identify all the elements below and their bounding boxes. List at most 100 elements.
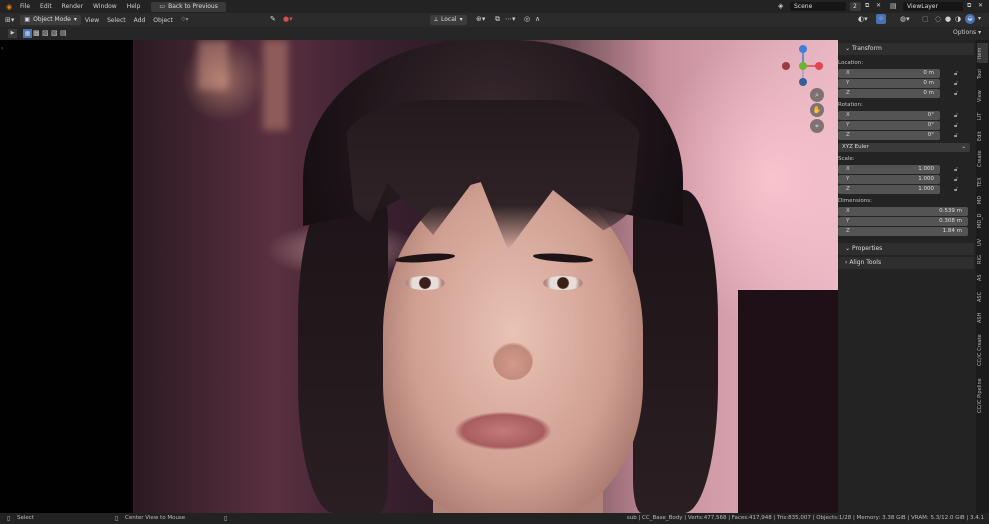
tab-tex[interactable]: TEX xyxy=(977,174,988,190)
navigation-gizmo[interactable] xyxy=(778,45,824,91)
menu-file[interactable]: File xyxy=(15,0,35,13)
object-mode-dropdown[interactable]: ▣ Object Mode ▾ xyxy=(20,15,81,25)
toolbar-expand-icon[interactable]: › xyxy=(1,45,3,52)
gesture-icon[interactable]: ⟐▾ xyxy=(181,16,189,24)
play-icon[interactable]: ▶ xyxy=(8,29,17,38)
status-select-hint: Select xyxy=(17,515,34,521)
scale-x-field[interactable]: X 1.000 xyxy=(838,165,940,174)
scene-selector[interactable]: Scene xyxy=(790,2,846,11)
pivot-icon[interactable]: ⊛▾ xyxy=(476,15,485,23)
lock-icon[interactable]: 🔓︎ xyxy=(954,112,962,120)
lock-icon[interactable]: 🔓︎ xyxy=(954,186,962,194)
overlay-icon[interactable]: ◍▾ xyxy=(900,15,910,23)
dimensions-y-field[interactable]: Y 0.308 m xyxy=(838,217,968,226)
tab-cc-pipeline[interactable]: CC/iC Pipeline xyxy=(977,373,988,419)
gizmo-toggle-icon[interactable]: ⊹ xyxy=(876,14,886,24)
tab-lit[interactable]: LIT xyxy=(977,108,988,124)
tab-uv[interactable]: UV xyxy=(977,235,988,249)
editor-type-icon[interactable]: ⊞▾ xyxy=(5,16,14,24)
tab-edit[interactable]: Edit xyxy=(977,127,988,145)
location-y-field[interactable]: Y0 m xyxy=(838,79,940,88)
pan-hand-icon[interactable]: ✋ xyxy=(810,103,824,117)
menu-object[interactable]: Object xyxy=(149,17,177,24)
menu-add[interactable]: Add xyxy=(130,17,150,24)
rotation-z-field[interactable]: Z 0° xyxy=(838,131,940,140)
sidebar-tabs: Item Tool View LIT Edit Create TEX MD MD… xyxy=(976,40,989,513)
tab-create[interactable]: Create xyxy=(977,147,988,171)
menu-select[interactable]: Select xyxy=(103,17,130,24)
gizmo-x-axis xyxy=(815,62,823,70)
tab-item[interactable]: Item xyxy=(977,43,988,63)
shading-options-icon[interactable]: ▾ xyxy=(978,15,981,22)
select-extend-icon[interactable]: ▩ xyxy=(33,29,40,37)
rotation-y-field[interactable]: Y 0° xyxy=(838,121,940,130)
scale-y-field[interactable]: Y 1.000 xyxy=(838,175,940,184)
location-z-field[interactable]: Z0 m xyxy=(838,89,940,98)
scene-statistics: sub | CC_Base_Body | Verts:477,568 | Fac… xyxy=(626,515,984,521)
lock-icon[interactable]: 🔓︎ xyxy=(954,90,962,98)
select-subtract-icon[interactable]: ▨ xyxy=(42,29,49,37)
transform-panel-header[interactable]: ⌄ Transform xyxy=(838,43,974,55)
menu-window[interactable]: Window xyxy=(88,0,122,13)
snap-target-icon[interactable]: ⋯▾ xyxy=(505,15,516,23)
gizmo-z-axis xyxy=(799,45,807,53)
lock-icon[interactable]: 🔓︎ xyxy=(954,176,962,184)
menu-view[interactable]: View xyxy=(81,17,103,24)
copy-layer-icon[interactable]: ⧉ xyxy=(967,2,971,10)
menu-edit[interactable]: Edit xyxy=(35,0,57,13)
camera-view-icon[interactable]: ⌖ xyxy=(810,119,824,133)
tab-cc-create[interactable]: CC/iC Create xyxy=(977,330,988,370)
tab-tool[interactable]: Tool xyxy=(977,65,988,83)
close-layer-icon[interactable]: ✕ xyxy=(978,2,983,9)
view-layer-icon[interactable]: ▤ xyxy=(890,2,897,10)
snap-icon[interactable]: ⧉ xyxy=(495,15,500,24)
tab-asc[interactable]: ASC xyxy=(977,288,988,306)
properties-panel-header[interactable]: ⌄ Properties xyxy=(838,243,974,255)
rendered-shading-icon[interactable]: ◒ xyxy=(965,14,975,24)
tab-as[interactable]: AS xyxy=(977,271,988,285)
lock-icon[interactable]: 🔓︎ xyxy=(954,132,962,140)
chevron-down-icon: ⌄ xyxy=(845,245,851,252)
eyedropper-icon[interactable]: ✎ xyxy=(270,15,276,23)
transform-orientation-dropdown[interactable]: ⟂ Local ▾ xyxy=(430,15,467,25)
menu-render[interactable]: Render xyxy=(57,0,88,13)
blender-logo-icon[interactable]: ◉ xyxy=(3,3,15,11)
solid-shading-icon[interactable]: ● xyxy=(945,15,951,23)
lock-icon[interactable]: 🔓︎ xyxy=(954,80,962,88)
scene-user-count[interactable]: 2 xyxy=(850,2,861,11)
rotation-mode-dropdown[interactable]: XYZ Euler ⌄ xyxy=(838,143,970,152)
rotation-x-field[interactable]: X 0° xyxy=(838,111,940,120)
scale-z-field[interactable]: Z 1.000 xyxy=(838,185,940,194)
view-layer-selector[interactable]: ViewLayer xyxy=(903,2,963,11)
lock-icon[interactable]: 🔓︎ xyxy=(954,70,962,78)
color-pick-icon[interactable]: ●▾ xyxy=(283,15,293,23)
tab-md[interactable]: MD xyxy=(977,193,988,207)
wireframe-shading-icon[interactable]: ◌ xyxy=(935,15,941,23)
location-x-field[interactable]: X0 m xyxy=(838,69,940,78)
scene-icon[interactable]: ◈ xyxy=(778,2,783,10)
lock-icon[interactable]: 🔓︎ xyxy=(954,122,962,130)
align-tools-panel-header[interactable]: › Align Tools xyxy=(838,257,974,269)
proportional-edit-icon[interactable]: ◎ xyxy=(524,15,530,23)
back-to-previous-button[interactable]: ▭ Back to Previous xyxy=(151,1,226,12)
tab-md-d[interactable]: MD_D xyxy=(977,210,988,232)
close-scene-icon[interactable]: ✕ xyxy=(876,2,881,9)
3d-viewport[interactable]: ⌕ ✋ ⌖ xyxy=(133,40,838,513)
menu-help[interactable]: Help xyxy=(122,0,146,13)
select-box-icon[interactable]: ▦ xyxy=(23,29,32,38)
material-shading-icon[interactable]: ◑ xyxy=(955,15,961,23)
options-dropdown[interactable]: Options ▾ xyxy=(953,29,981,36)
select-intersect-icon[interactable]: ▤ xyxy=(60,29,67,37)
tab-view[interactable]: View xyxy=(977,86,988,106)
tab-ash[interactable]: ASH xyxy=(977,309,988,327)
dimensions-x-field[interactable]: X 0.539 m xyxy=(838,207,968,216)
tab-rig[interactable]: RIG xyxy=(977,252,988,268)
dimensions-z-field[interactable]: Z 1.84 m xyxy=(838,227,968,236)
copy-scene-icon[interactable]: ⧉ xyxy=(865,2,869,10)
lock-icon[interactable]: 🔓︎ xyxy=(954,166,962,174)
falloff-icon[interactable]: ∧ xyxy=(535,15,540,23)
select-invert-icon[interactable]: ▧ xyxy=(51,29,58,37)
zoom-icon[interactable]: ⌕ xyxy=(810,88,824,102)
xray-icon[interactable]: ▢ xyxy=(922,15,929,23)
visibility-icon[interactable]: ◐▾ xyxy=(858,15,868,23)
